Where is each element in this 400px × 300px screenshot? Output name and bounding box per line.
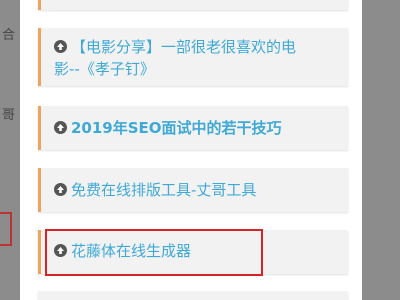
article-card-partial[interactable] [38,291,348,300]
background-red-box [0,212,12,246]
background-text-fragment: 合 [2,28,16,43]
article-title-line: 免费在线排版工具-丈哥工具 [71,181,257,199]
accent-bar [38,106,41,150]
article-card[interactable]: 【电影分享】一部很老很喜欢的电 影--《孝子钉》 [38,28,348,86]
article-title-line: 2019年SEO面试中的若干技巧 [71,119,282,137]
article-card[interactable]: 2019年SEO面试中的若干技巧 [38,106,348,150]
accent-bar [38,0,41,10]
article-title-line: 影--《孝子钉》 [54,60,155,78]
highlight-box [45,229,263,276]
accent-bar [38,230,41,274]
article-card-partial[interactable] [38,0,348,10]
accent-bar [38,168,41,212]
arrow-up-circle-icon [54,183,67,196]
arrow-up-circle-icon [54,40,67,53]
article-title-link[interactable]: 2019年SEO面试中的若干技巧 [54,117,340,139]
accent-bar [38,28,41,86]
background-text-fragment: 哥 [2,108,16,123]
article-title-link[interactable]: 免费在线排版工具-丈哥工具 [54,179,340,201]
article-card[interactable]: 免费在线排版工具-丈哥工具 [38,168,348,212]
arrow-up-circle-icon [54,121,67,134]
article-list-panel: 【电影分享】一部很老很喜欢的电 影--《孝子钉》 2019年SEO面试中的若干技… [20,0,362,300]
article-title-line: 【电影分享】一部很老很喜欢的电 [71,38,297,56]
article-title-link[interactable]: 【电影分享】一部很老很喜欢的电 影--《孝子钉》 [54,36,340,80]
